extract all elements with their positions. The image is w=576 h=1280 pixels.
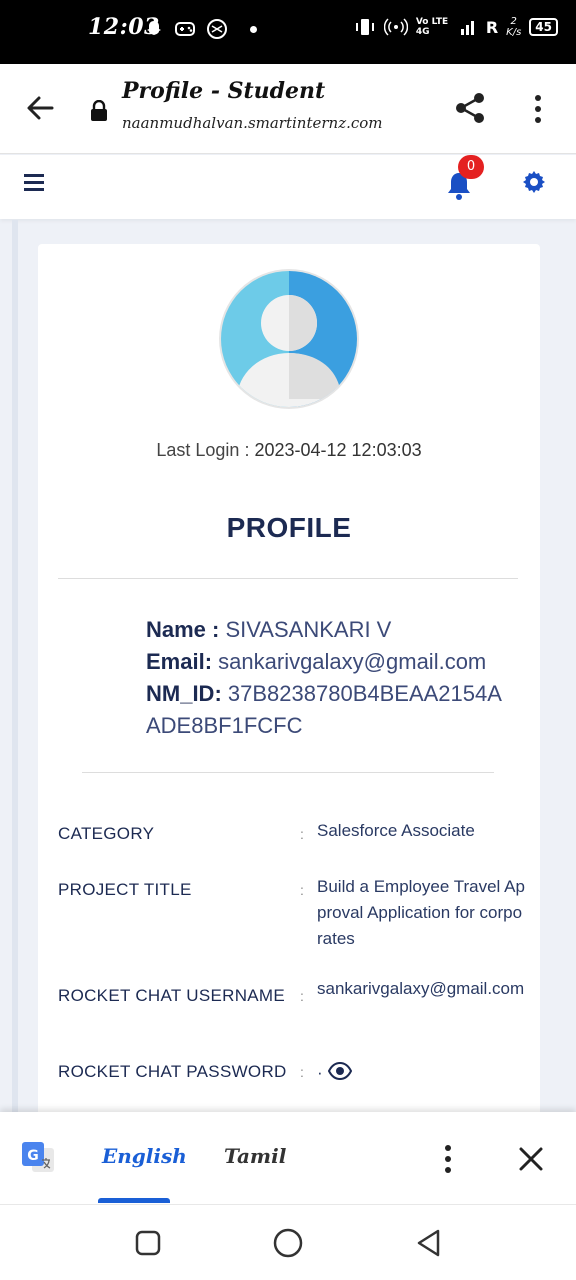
- translate-bar: G English Tamil: [0, 1112, 576, 1204]
- settings-gear-icon[interactable]: [522, 170, 546, 194]
- overflow-menu-icon[interactable]: [526, 92, 550, 126]
- detail-separator: :: [300, 1064, 304, 1080]
- detail-label: ROCKET CHAT PASSWORD: [58, 1062, 287, 1081]
- lock-icon: [91, 100, 107, 121]
- game-controller-icon: [175, 22, 195, 36]
- svg-text:G: G: [27, 1148, 39, 1164]
- last-login-text: Last Login : 2023-04-12 12:03:03: [38, 440, 540, 461]
- detail-value: Build a Employee Travel Approval Applica…: [317, 877, 525, 948]
- detail-label: CATEGORY: [58, 824, 155, 843]
- app-toolbar: [0, 155, 576, 219]
- divider: [82, 772, 494, 773]
- vibrate-icon: [355, 19, 374, 35]
- browser-header: Profile - Student naanmudhalvan.smartint…: [0, 64, 576, 154]
- network-type: Vo LTE 4G: [415, 17, 449, 37]
- profile-heading: PROFILE: [226, 512, 352, 543]
- status-left-icons: [144, 18, 257, 40]
- hotspot-icon: [383, 18, 408, 36]
- network-speed: 2 K/s: [506, 16, 522, 38]
- language-tamil-tab[interactable]: Tamil: [224, 1144, 286, 1168]
- status-right-icons: Vo LTE 4G R 2 K/s 45: [354, 16, 558, 38]
- share-icon[interactable]: [452, 90, 488, 126]
- back-arrow-icon[interactable]: [22, 90, 58, 126]
- language-english-tab[interactable]: English: [102, 1144, 187, 1168]
- email-label: Email:: [146, 649, 213, 674]
- close-icon[interactable]: [516, 1144, 546, 1174]
- battery-indicator: 45: [529, 18, 558, 36]
- selected-language-indicator: [98, 1198, 170, 1203]
- page-url[interactable]: naanmudhalvan.smartinternz.com: [122, 114, 383, 132]
- user-avatar-icon: [219, 269, 359, 409]
- detail-label: PROJECT TITLE: [58, 880, 192, 899]
- divider: [58, 578, 518, 579]
- nmid-line: NM_ID: 37B8238780B4BEAA2154AADE8BF1FCFC: [146, 678, 516, 742]
- hamburger-menu-icon[interactable]: [22, 171, 46, 193]
- status-bar: 12:03 Vo LTE 4G R 2 K/s 45: [0, 0, 576, 64]
- name-label: Name :: [146, 617, 220, 642]
- detail-separator: :: [300, 882, 304, 898]
- notification-count-badge: 0: [458, 155, 484, 179]
- last-login-value: 2023-04-12 12:03:03: [254, 440, 422, 460]
- translate-menu-icon[interactable]: [436, 1142, 460, 1176]
- dot-icon: [250, 25, 257, 33]
- name-value: SIVASANKARI V: [225, 617, 392, 642]
- nmid-label: NM_ID:: [146, 681, 222, 706]
- google-translate-icon[interactable]: G: [20, 1140, 56, 1176]
- recents-icon[interactable]: [134, 1229, 162, 1257]
- show-password-eye-icon[interactable]: [328, 1062, 352, 1080]
- data-saver-icon: [207, 19, 227, 39]
- detail-separator: :: [300, 826, 304, 842]
- profile-info: Name : SIVASANKARI V Email: sankarivgala…: [146, 614, 516, 742]
- page-title: Profile - Student: [122, 78, 326, 104]
- profile-card: Last Login : 2023-04-12 12:03:03 PROFILE…: [38, 244, 540, 1144]
- roaming-indicator: R: [485, 17, 499, 37]
- last-login-label: Last Login :: [156, 440, 250, 460]
- detail-label: ROCKET CHAT USERNAME: [58, 986, 286, 1005]
- detail-value: sankarivgalaxy@gmail.com: [317, 979, 525, 998]
- signal-icon: [460, 21, 474, 35]
- detail-value: Salesforce Associate: [317, 821, 475, 840]
- email-line: Email: sankarivgalaxy@gmail.com: [146, 646, 516, 678]
- home-icon[interactable]: [272, 1227, 304, 1259]
- system-nav-bar: [0, 1204, 576, 1280]
- snapchat-icon: [147, 21, 161, 35]
- name-line: Name : SIVASANKARI V: [146, 614, 516, 646]
- email-value: sankarivgalaxy@gmail.com: [218, 649, 487, 674]
- page-side-edge: [12, 220, 18, 1120]
- detail-separator: :: [300, 988, 304, 1004]
- nav-back-icon[interactable]: [414, 1227, 444, 1259]
